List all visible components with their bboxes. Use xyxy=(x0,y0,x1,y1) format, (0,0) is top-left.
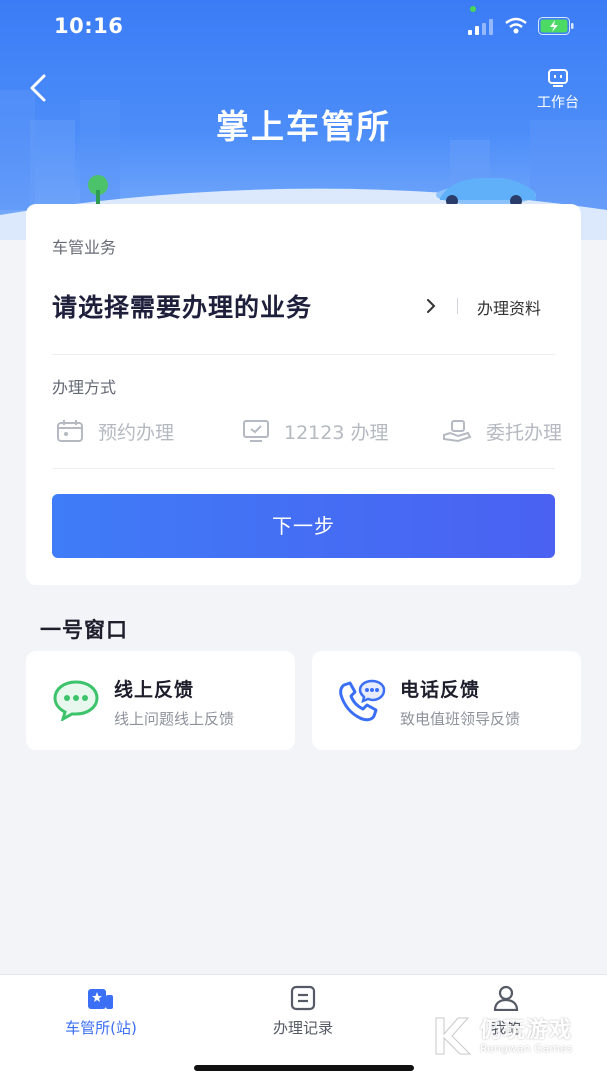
materials-link[interactable]: 办理资料 xyxy=(477,295,541,319)
chevron-right-icon[interactable] xyxy=(424,296,438,316)
service-select[interactable]: 请选择需要办理的业务 xyxy=(52,288,312,324)
phone-chat-icon xyxy=(339,679,386,722)
methods-section-label: 办理方式 xyxy=(52,378,117,397)
workbench-icon xyxy=(548,69,568,87)
station-icon xyxy=(88,989,113,1009)
watermark-text: 仍玩游戏 xyxy=(480,1018,573,1043)
tab-station[interactable]: 车管所(站) xyxy=(41,985,161,1038)
method-12123[interactable]: 12123 办理 xyxy=(242,418,388,444)
method-label: 预约办理 xyxy=(98,421,175,444)
tab-records[interactable]: 办理记录 xyxy=(243,985,363,1038)
watermark-subtext: Rengwan Games xyxy=(480,1042,573,1055)
watermark: 仍玩游戏 Rengwan Games xyxy=(432,1012,592,1062)
divider xyxy=(52,354,555,355)
business-section-label: 车管业务 xyxy=(52,238,117,257)
phone-feedback-card[interactable]: 电话反馈 致电值班领导反馈 xyxy=(312,651,581,750)
status-bar: 10:16 xyxy=(0,0,607,52)
method-label: 12123 办理 xyxy=(284,421,389,444)
separator xyxy=(457,298,458,314)
status-time: 10:16 xyxy=(54,14,124,38)
method-appointment[interactable]: 预约办理 xyxy=(56,418,174,444)
chat-bubble-icon xyxy=(53,680,99,721)
signal-icon xyxy=(468,19,493,35)
tab-label: 车管所(站) xyxy=(65,1019,137,1037)
divider xyxy=(52,468,555,469)
calendar-icon xyxy=(57,420,83,442)
window-section-title: 一号窗口 xyxy=(40,618,128,642)
privacy-indicator-dot xyxy=(470,6,476,12)
method-entrust[interactable]: 委托办理 xyxy=(442,418,581,444)
battery-icon xyxy=(538,17,574,35)
feedback-title: 电话反馈 xyxy=(400,679,481,701)
hand-icon xyxy=(443,420,472,443)
method-label: 委托办理 xyxy=(486,421,563,444)
workbench-button[interactable]: 工作台 xyxy=(530,68,586,112)
wifi-icon xyxy=(505,17,527,34)
tab-label: 办理记录 xyxy=(272,1019,333,1037)
watermark-logo-icon xyxy=(435,1017,472,1055)
home-indicator xyxy=(194,1065,414,1071)
monitor-icon xyxy=(243,420,269,442)
online-feedback-card[interactable]: 线上反馈 线上问题线上反馈 xyxy=(26,651,295,750)
business-card: 车管业务 请选择需要办理的业务 办理资料 办理方式 预约办理 12123 办理 … xyxy=(26,204,581,585)
workbench-label: 工作台 xyxy=(537,95,579,111)
user-icon xyxy=(493,985,519,1011)
page-title: 掌上车管所 xyxy=(216,107,391,146)
feedback-subtitle: 线上问题线上反馈 xyxy=(114,710,235,728)
feedback-subtitle: 致电值班领导反馈 xyxy=(400,710,521,728)
next-step-button[interactable]: 下一步 xyxy=(52,494,555,558)
feedback-title: 线上反馈 xyxy=(114,679,195,701)
record-icon xyxy=(290,985,316,1011)
